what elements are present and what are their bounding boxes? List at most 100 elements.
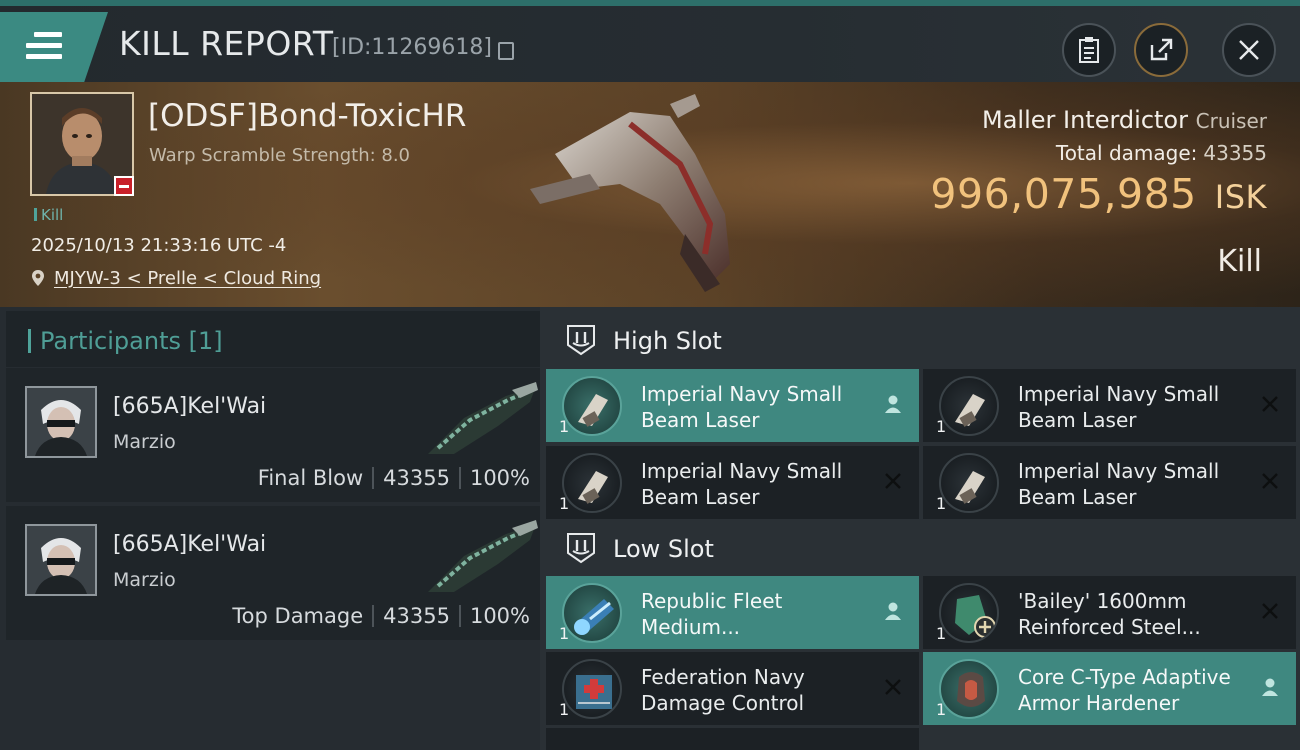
kill-tag: Kill — [34, 206, 63, 224]
participant-ship-image — [428, 382, 538, 454]
module-quantity: 1 — [936, 700, 947, 719]
damage-control-icon — [562, 659, 622, 719]
module-item[interactable]: 1 'Bailey' 1600mm Reinforced Steel... — [923, 576, 1296, 649]
module-name: Core C-Type Adaptive Armor Hardener — [1018, 665, 1231, 715]
armor-plate-icon — [939, 583, 999, 643]
victim-name[interactable]: [ODSF]Bond-ToxicHR — [148, 98, 466, 134]
ship-class: Cruiser — [1195, 109, 1267, 133]
participant-damage: 43355 — [383, 466, 450, 490]
module-quantity: 1 — [936, 494, 947, 513]
close-icon — [1239, 40, 1259, 60]
isk-unit: ISK — [1214, 178, 1267, 216]
participants-title: Participants — [40, 327, 181, 355]
pilot-icon — [1262, 678, 1278, 696]
participant-name[interactable]: [665A]Kel'Wai — [113, 532, 266, 557]
participant-percent: 100% — [469, 466, 530, 490]
module-item[interactable]: 1 Imperial Navy Small Beam Laser — [923, 446, 1296, 519]
participant-stats: Final Blow 43355 100% — [258, 466, 530, 490]
module-name: Imperial Navy Small Beam Laser — [1018, 382, 1220, 432]
low-slot-icon — [567, 533, 595, 564]
magnetic-field-stabilizer-icon — [562, 583, 622, 643]
module-item-partial — [546, 728, 919, 750]
victim-banner: [ODSF]Bond-ToxicHR Warp Scramble Strengt… — [0, 82, 1300, 307]
ship-image[interactable] — [520, 94, 760, 294]
destroyed-icon — [1262, 603, 1278, 619]
module-item[interactable]: 1 Imperial Navy Small Beam Laser — [546, 446, 919, 519]
high-slot-label: High Slot — [613, 327, 722, 355]
low-slot-label: Low Slot — [613, 535, 714, 563]
ship-name: Maller Interdictor Cruiser — [982, 106, 1267, 134]
report-id: [ID:11269618] — [332, 35, 492, 60]
participant-card[interactable]: [665A]Kel'Wai Marzio Final Blow 43355 100% — [6, 368, 540, 502]
participant-role: Final Blow — [257, 466, 364, 490]
participant-stats: Top Damage 43355 100% — [232, 604, 530, 628]
module-quantity: 1 — [936, 417, 947, 436]
participant-corp: Marzio — [113, 431, 176, 453]
module-name: Imperial Navy Small Beam Laser — [1018, 459, 1220, 509]
module-item[interactable]: 1 Imperial Navy Small Beam Laser — [923, 369, 1296, 442]
module-name: Imperial Navy Small Beam Laser — [641, 382, 843, 432]
module-item[interactable]: 1 Federation Navy Damage Control — [546, 652, 919, 725]
participant-name[interactable]: [665A]Kel'Wai — [113, 394, 266, 419]
isk-amount: 996,075,985 — [930, 170, 1197, 218]
module-name: Republic Fleet Medium... — [641, 589, 783, 639]
participant-card[interactable]: [665A]Kel'Wai Marzio Top Damage 43355 100% — [6, 506, 540, 640]
beam-laser-icon — [562, 453, 622, 513]
module-quantity: 1 — [559, 417, 570, 436]
destroyed-icon — [1262, 473, 1278, 489]
armor-hardener-icon — [939, 659, 999, 719]
close-button[interactable] — [1222, 23, 1276, 77]
menu-button[interactable] — [0, 12, 108, 82]
destroyed-icon — [885, 473, 901, 489]
clipboard-button[interactable] — [1062, 23, 1116, 77]
participant-corp: Marzio — [113, 569, 176, 591]
top-bar: KILL REPORT [ID:11269618] — [0, 0, 1300, 82]
pilot-icon — [885, 602, 901, 620]
destroyed-icon — [885, 679, 901, 695]
participants-count: [1] — [188, 327, 223, 355]
share-button[interactable] — [1134, 23, 1188, 77]
isk-value: 996,075,985 ISK — [930, 170, 1267, 218]
destroyed-icon — [1262, 396, 1278, 412]
result-label: Kill — [1217, 244, 1262, 279]
participants-header: Participants [1] — [6, 311, 540, 367]
ship-type[interactable]: Maller Interdictor — [982, 106, 1188, 134]
share-icon — [1150, 38, 1173, 61]
module-quantity: 1 — [936, 624, 947, 643]
beam-laser-icon — [939, 376, 999, 436]
pilot-icon — [885, 395, 901, 413]
page-title: KILL REPORT — [119, 24, 334, 63]
participant-damage: 43355 — [383, 604, 450, 628]
participant-avatar[interactable] — [25, 524, 97, 596]
low-slot-header: Low Slot — [546, 522, 1300, 574]
participant-percent: 100% — [469, 604, 530, 628]
module-name: Federation Navy Damage Control — [641, 665, 805, 715]
module-quantity: 1 — [559, 700, 570, 719]
total-damage-value: 43355 — [1203, 141, 1267, 165]
module-name: Imperial Navy Small Beam Laser — [641, 459, 843, 509]
beam-laser-icon — [939, 453, 999, 513]
clipboard-icon — [1079, 37, 1099, 63]
menu-icon — [26, 32, 62, 64]
participant-role: Top Damage — [232, 604, 364, 628]
hostile-badge — [114, 176, 134, 196]
total-damage-label: Total damage: — [1055, 141, 1198, 165]
total-damage: Total damage: 43355 — [1056, 141, 1267, 165]
module-item[interactable]: 1 Core C-Type Adaptive Armor Hardener — [923, 652, 1296, 725]
beam-laser-icon — [562, 376, 622, 436]
module-item[interactable]: 1 Imperial Navy Small Beam Laser — [546, 369, 919, 442]
module-quantity: 1 — [559, 494, 570, 513]
module-quantity: 1 — [559, 624, 570, 643]
module-item[interactable]: 1 Republic Fleet Medium... — [546, 576, 919, 649]
victim-subtitle: Warp Scramble Strength: 8.0 — [149, 145, 411, 166]
participants-panel: Participants [1] [665A]Kel'Wai Marzio Fi… — [0, 307, 540, 750]
copy-icon[interactable] — [498, 42, 514, 60]
kill-datetime: 2025/10/13 21:33:16 UTC -4 — [31, 235, 287, 256]
location-link[interactable]: MJYW-3 < Prelle < Cloud Ring — [54, 268, 321, 289]
module-name: 'Bailey' 1600mm Reinforced Steel... — [1018, 589, 1201, 639]
participant-avatar[interactable] — [25, 386, 97, 458]
location-pin-icon — [32, 270, 44, 286]
participant-ship-image — [428, 520, 538, 592]
high-slot-icon — [567, 325, 595, 356]
high-slot-header: High Slot — [546, 314, 1300, 366]
